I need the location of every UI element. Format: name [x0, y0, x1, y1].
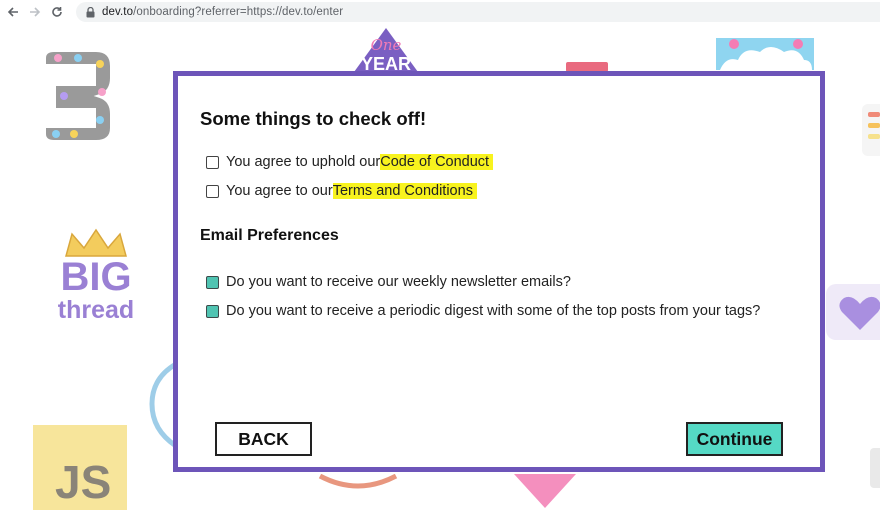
- newsletter-label: Do you want to receive our weekly newsle…: [226, 274, 571, 290]
- newsletter-checkbox[interactable]: [206, 275, 219, 289]
- bottom-sticker-right: [512, 474, 578, 510]
- svg-text:One: One: [371, 36, 402, 54]
- one-year-sticker: One YEAR: [344, 26, 428, 74]
- digest-checkbox[interactable]: [206, 304, 219, 318]
- svg-text:YEAR: YEAR: [361, 54, 411, 72]
- lock-icon[interactable]: [84, 6, 96, 18]
- notes-sticker: [862, 104, 880, 156]
- code-of-conduct-row[interactable]: You agree to uphold our Code of Conduct: [206, 154, 494, 170]
- terms-checkbox[interactable]: [206, 184, 219, 198]
- url-text: dev.to/onboarding?referrer=https://dev.t…: [102, 6, 344, 18]
- dialog-title: Some things to check off!: [200, 108, 427, 129]
- digest-label: Do you want to receive a periodic digest…: [226, 303, 761, 319]
- back-arrow-icon[interactable]: [2, 1, 24, 23]
- digest-row[interactable]: Do you want to receive a periodic digest…: [206, 303, 760, 319]
- email-preferences-heading: Email Preferences: [200, 227, 339, 244]
- browser-toolbar: dev.to/onboarding?referrer=https://dev.t…: [0, 0, 880, 24]
- terms-link[interactable]: Terms and Conditions: [332, 183, 477, 199]
- continue-button[interactable]: Continue: [686, 422, 783, 456]
- back-button[interactable]: BACK: [215, 422, 312, 456]
- svg-text:thread: thread: [58, 296, 134, 324]
- three-sticker: [34, 44, 120, 153]
- bottom-sticker-left: [318, 473, 398, 494]
- newsletter-row[interactable]: Do you want to receive our weekly newsle…: [206, 274, 571, 290]
- code-of-conduct-link[interactable]: Code of Conduct: [380, 154, 494, 170]
- heart-sticker: [826, 284, 880, 340]
- code-of-conduct-checkbox[interactable]: [206, 155, 219, 169]
- js-sticker: JS: [33, 425, 127, 510]
- terms-prefix: You agree to our: [226, 183, 333, 199]
- big-thread-sticker: BIG thread: [44, 228, 148, 324]
- forward-arrow-icon[interactable]: [24, 1, 46, 23]
- onboarding-dialog: Some things to check off! You agree to u…: [173, 71, 825, 472]
- terms-row[interactable]: You agree to our Terms and Conditions: [206, 183, 477, 199]
- right-edge-sticker: [870, 448, 880, 488]
- code-of-conduct-prefix: You agree to uphold our: [226, 154, 381, 170]
- reload-icon[interactable]: [46, 1, 68, 23]
- address-bar[interactable]: dev.to/onboarding?referrer=https://dev.t…: [76, 2, 880, 22]
- svg-text:BIG: BIG: [60, 255, 131, 299]
- cupcake-sticker: [714, 38, 816, 70]
